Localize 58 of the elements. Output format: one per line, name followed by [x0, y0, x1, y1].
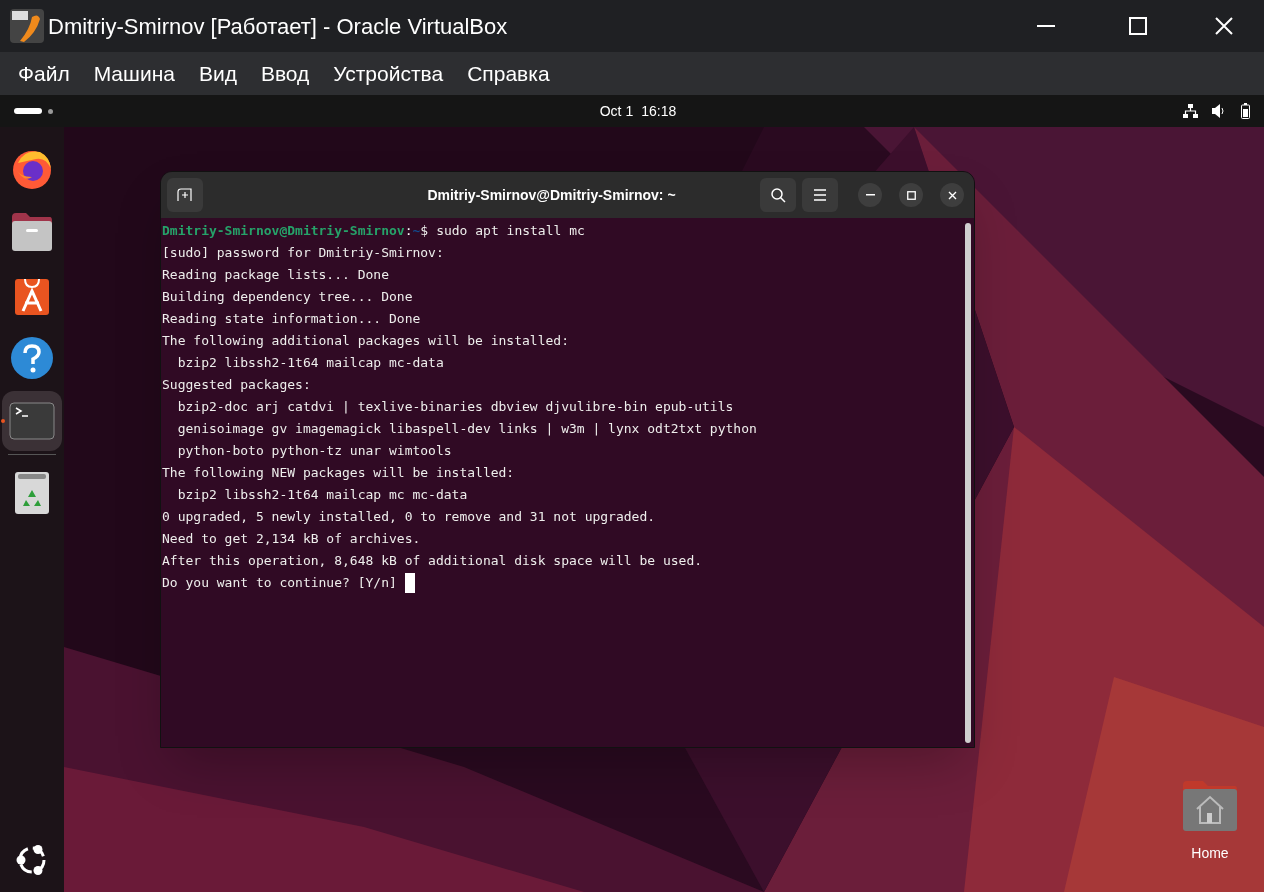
command-text: sudo apt install mc	[436, 222, 585, 240]
clock-time: 16:18	[641, 101, 677, 121]
home-folder-icon	[1181, 779, 1239, 833]
minimize-icon	[865, 194, 875, 196]
output-line: genisoimage gv imagemagick libaspell-dev links | w3m | lynx odt2txt python	[176, 420, 757, 438]
output-line: The following NEW packages will be installed:	[162, 464, 515, 482]
close-icon	[1215, 17, 1233, 35]
maximize-icon	[1129, 17, 1147, 35]
icon-label: Home	[1191, 844, 1229, 863]
close-button[interactable]	[940, 183, 964, 207]
terminal-icon	[9, 402, 55, 440]
new-tab-icon	[177, 188, 193, 202]
menu-item[interactable]: Машина	[83, 57, 185, 90]
menu-item[interactable]: Устройства	[323, 57, 454, 90]
prompt-path: :~	[404, 222, 421, 240]
maximize-icon	[906, 190, 916, 200]
new-tab-button[interactable]	[167, 178, 203, 212]
output-line: [sudo] password for Dmitriy-Smirnov:	[162, 244, 444, 262]
terminal-title: Dmitriy-Smirnov@Dmitriy-Smirnov: ~	[426, 185, 677, 205]
menu-item[interactable]: Ввод	[250, 57, 320, 90]
output-line: The following additional packages will be installed:	[162, 332, 569, 350]
output-line: bzip2-doc arj catdvi | texlive-binaries dbview djvulibre-bin epub-utils	[176, 398, 734, 416]
help-icon	[10, 336, 54, 380]
menu-item[interactable]: Справка	[457, 57, 560, 90]
app-logo-icon	[10, 9, 44, 43]
output-line: Building dependency tree... Done	[162, 288, 413, 306]
minimize-button[interactable]	[858, 183, 882, 207]
trash-icon	[13, 470, 51, 516]
minimize-icon	[1037, 25, 1055, 27]
close-icon	[947, 190, 957, 200]
volume-icon	[1212, 104, 1227, 118]
maximize-button[interactable]	[899, 183, 923, 207]
output-line: Suggested packages:	[162, 376, 311, 394]
battery-icon	[1241, 103, 1250, 119]
prompt-user: Dmitriy-Smirnov@Dmitriy-Smirnov	[162, 222, 405, 240]
search-button[interactable]	[760, 178, 796, 212]
output-line: Reading package lists... Done	[162, 266, 389, 284]
scrollbar[interactable]	[965, 223, 971, 743]
network-icon	[1183, 103, 1198, 119]
clock-date: Oct 1	[599, 101, 634, 121]
output-line: Reading state information... Done	[162, 310, 421, 328]
output-line: 0 upgraded, 5 newly installed, 0 to remove and 31 not upgraded.	[162, 508, 656, 526]
prompt-symbol: $	[420, 222, 429, 240]
output-line: Do you want to continue? [Y/n]	[162, 574, 397, 592]
output-line: bzip2 libssh2-1t64 mailcap mc-data	[176, 354, 444, 372]
menu-button[interactable]	[802, 178, 838, 212]
output-line: Need to get 2,134 kB of archives.	[162, 530, 421, 548]
output-line: python-boto python-tz unar wimtools	[176, 442, 452, 460]
output-line: bzip2 libssh2-1t64 mailcap mc mc-data	[176, 486, 468, 504]
search-icon	[770, 187, 786, 203]
running-indicator	[1, 419, 5, 423]
window-title: Dmitriy-Smirnov [Работает] - Oracle VirtualBox	[48, 12, 508, 41]
menu-item[interactable]: Вид	[188, 57, 247, 90]
folder-icon	[10, 211, 54, 253]
output-line: After this operation, 8,648 kB of additional disk space will be used.	[162, 552, 703, 570]
menu-icon	[813, 189, 827, 201]
menu-item[interactable]: Файл	[8, 57, 80, 90]
workspace-indicator[interactable]	[14, 108, 53, 114]
